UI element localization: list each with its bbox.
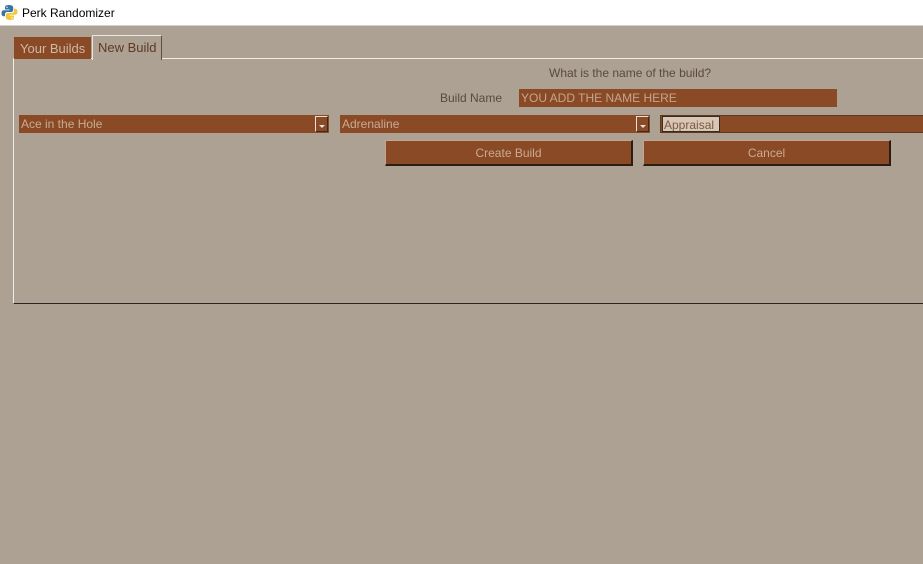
perk-select-1-value: Ace in the Hole [21,117,103,131]
perk-select-1[interactable]: Ace in the Hole [19,115,329,133]
tab-your-builds[interactable]: Your Builds [14,37,91,59]
build-name-label: Build Name [440,91,503,105]
chevron-down-icon[interactable] [315,116,328,132]
cancel-button[interactable]: Cancel [643,140,891,166]
title-bar[interactable]: Perk Randomizer [0,0,923,26]
perk-select-3[interactable]: Appraisal [660,115,923,133]
build-name-input[interactable] [519,89,837,107]
create-build-button[interactable]: Create Build [385,140,633,166]
app-window: Perk Randomizer Your Builds New Build Wh… [0,0,923,564]
python-icon [1,4,18,21]
tab-new-build[interactable]: New Build [92,35,162,60]
perk-select-3-value: Appraisal [662,116,720,132]
perk-select-2[interactable]: Adrenaline [340,115,650,133]
perk-select-2-value: Adrenaline [342,117,400,131]
chevron-down-icon[interactable] [636,116,649,132]
window-title: Perk Randomizer [22,6,115,20]
build-name-question: What is the name of the build? [549,66,712,80]
